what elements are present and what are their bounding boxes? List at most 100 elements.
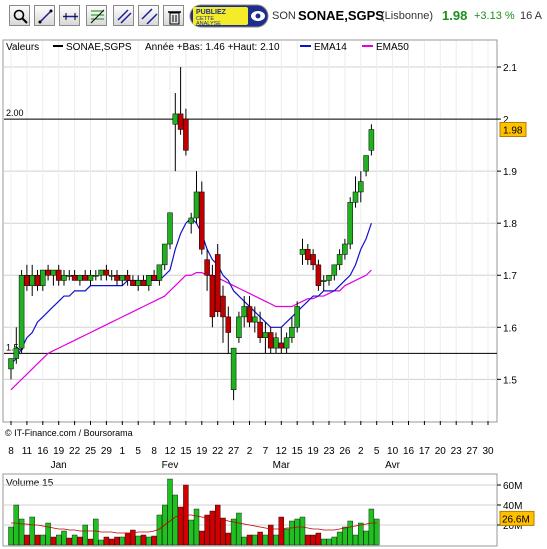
legend-ema14: EMA14 (314, 42, 347, 53)
percent-change: +3.13 % (474, 10, 515, 22)
date-tick-label: 16 (403, 446, 415, 457)
volume-bar (119, 536, 126, 546)
volume-bar (188, 519, 194, 546)
date-tick-label: 22 (212, 446, 224, 457)
volume-bar (40, 534, 46, 546)
candle-body (103, 269, 110, 276)
candle-body (61, 274, 67, 281)
candle-body (151, 274, 157, 281)
month-label: Avr (385, 460, 400, 471)
candle-body (156, 264, 163, 281)
candle-body (241, 306, 247, 318)
candle-body (315, 264, 322, 286)
fibonacci-tool-button[interactable] (86, 5, 107, 26)
candle-body (188, 217, 194, 224)
date-tick-label: 15 (292, 446, 304, 457)
candle-body (177, 113, 184, 130)
ad-line1: PUBLIEZ (196, 9, 227, 16)
candle-body (130, 280, 136, 286)
horizontal-line-icon (63, 13, 78, 20)
candle-body (45, 269, 51, 276)
candle-body (183, 118, 189, 151)
volume-bar (214, 504, 221, 546)
volume-bar (34, 534, 41, 546)
ad-line3: ANALYSE (196, 21, 221, 27)
volume-bar (135, 535, 141, 546)
volume-bar (289, 520, 295, 546)
publish-analysis-button[interactable]: PUBLIEZ CETTE ANALYSE (189, 4, 269, 28)
volume-bar (8, 526, 14, 546)
candle-body (114, 274, 120, 281)
date-tick-label: 17 (419, 446, 431, 457)
volume-tick-label: 40M (503, 501, 522, 512)
date-tick-label: 1 (120, 446, 126, 457)
date-tick-label: 10 (387, 446, 399, 457)
candle-body (172, 113, 179, 125)
volume-bar (130, 529, 136, 546)
date-tick-label: 20 (435, 446, 447, 457)
volume-bar (283, 528, 290, 546)
date-tick-label: 15 (180, 446, 192, 457)
volume-bar (172, 494, 179, 546)
candle-body (161, 243, 168, 266)
candle-body (82, 274, 88, 281)
parallel-lines-tool-button[interactable] (138, 5, 159, 26)
volume-bar (305, 534, 311, 546)
candle-body (13, 347, 20, 359)
volume-bar (140, 534, 147, 546)
volume-bar (368, 508, 375, 546)
candle-body (267, 332, 274, 349)
candle-body (236, 316, 242, 338)
volume-bar (71, 534, 78, 546)
candle-body (66, 274, 73, 277)
channel-tool-button[interactable] (113, 5, 134, 26)
date-tick-label: 8 (8, 446, 14, 457)
zoom-tool-button[interactable] (9, 5, 30, 26)
volume-bar (193, 508, 200, 546)
volume-axis: 20M40M60M26.6M (497, 481, 535, 532)
volume-bar (77, 536, 83, 546)
candle-body (225, 316, 232, 333)
volume-bar (56, 534, 62, 546)
volume-bar (167, 478, 173, 546)
candle-body (283, 337, 290, 349)
candle-body (199, 191, 205, 250)
volume-bar (241, 536, 247, 546)
fibonacci-icon (90, 9, 105, 24)
candle-body (342, 243, 348, 255)
volume-bar (273, 534, 279, 546)
candle-body (294, 306, 300, 328)
volume-bar (342, 526, 348, 546)
chart-area[interactable]: 2.001.55 1.51.61.71.81.922.11.98 8 11 16 19… (0, 36, 547, 549)
volume-bar (331, 536, 337, 546)
trash-tool-button[interactable] (163, 5, 184, 26)
trendline-tool-button[interactable] (34, 5, 55, 26)
month-label: Fev (162, 460, 179, 471)
credit-text: © IT-Finance.com / Boursorama (5, 428, 133, 438)
candle-body (193, 191, 200, 219)
volume-bar (326, 538, 332, 546)
volume-bar (29, 516, 35, 546)
volume-bar (151, 535, 157, 546)
volume-bar (177, 506, 184, 546)
trash-icon (168, 11, 181, 25)
volume-bar (347, 520, 353, 546)
last-volume-label: 26.6M (502, 514, 530, 525)
legend-symbol: SONAE,SGPS (66, 42, 132, 53)
volume-bar (278, 516, 284, 546)
candle-body (289, 327, 295, 338)
date-tick-label: 26 (339, 446, 351, 457)
price-tick-label: 1.8 (503, 219, 517, 230)
candle-body (220, 295, 226, 318)
volume-bar (246, 534, 253, 546)
candle-body (336, 254, 343, 266)
candle-body (299, 248, 306, 255)
horizontal-line-tool-button[interactable] (59, 5, 80, 26)
date-tick-label: 5 (374, 446, 380, 457)
candle-body (257, 321, 263, 338)
date-tick-label: 12 (164, 446, 176, 457)
candle-body (278, 342, 285, 349)
clock: 16 A (520, 10, 543, 22)
candle-body (71, 274, 78, 281)
candle-body (230, 347, 237, 391)
